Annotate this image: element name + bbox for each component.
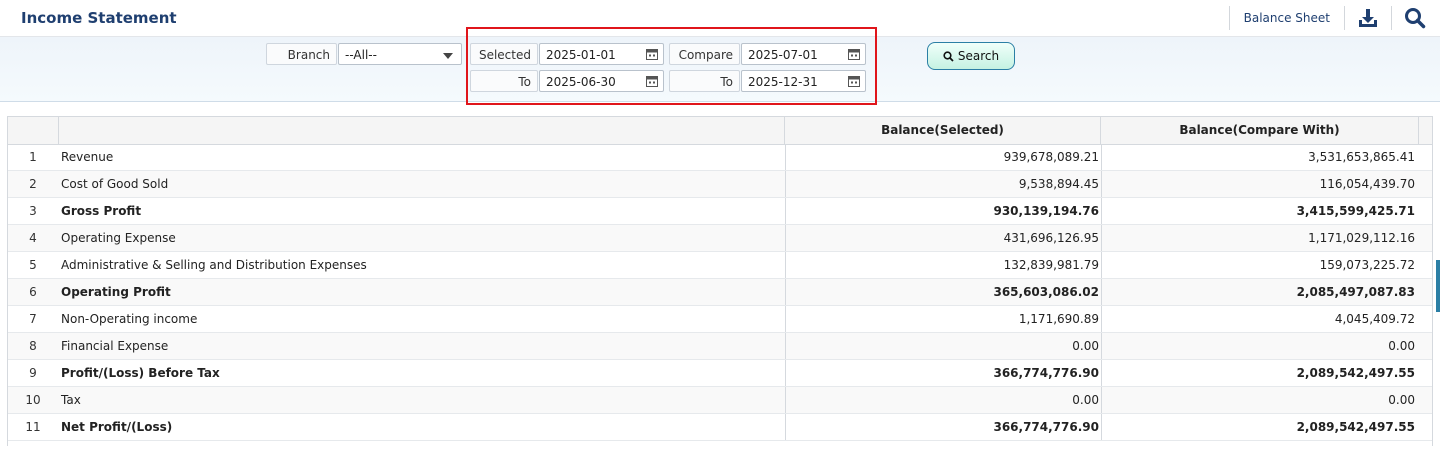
balance-selected: 132,839,981.79	[785, 252, 1101, 278]
account-name: Operating Profit	[61, 285, 171, 299]
chevron-down-icon	[443, 53, 453, 59]
row-number: 2	[29, 177, 37, 191]
table-row[interactable]: 1 Revenue 939,678,089.21 3,531,653,865.4…	[8, 144, 1432, 171]
search-icon[interactable]	[1400, 3, 1430, 33]
balance-compare: 2,085,497,087.83	[1101, 279, 1417, 305]
branch-select-value: --All--	[345, 48, 377, 62]
top-actions: Balance Sheet	[1221, 0, 1440, 36]
account-name: Non-Operating income	[61, 312, 198, 326]
download-icon[interactable]	[1353, 3, 1383, 33]
table-row[interactable]: 8 Financial Expense 0.00 0.00	[8, 333, 1432, 360]
account-name: Gross Profit	[61, 204, 142, 218]
row-number: 7	[29, 312, 37, 326]
row-number: 1	[29, 150, 37, 164]
table-row[interactable]: 5 Administrative & Selling and Distribut…	[8, 252, 1432, 279]
balance-compare: 3,415,599,425.71	[1101, 198, 1417, 224]
row-number: 9	[29, 366, 37, 380]
column-header-no	[8, 117, 59, 144]
account-name: Net Profit/(Loss)	[61, 420, 173, 434]
balance-selected: 1,171,690.89	[785, 306, 1101, 332]
balance-selected: 930,139,194.76	[785, 198, 1101, 224]
balance-compare: 3,531,653,865.41	[1101, 144, 1417, 170]
balance-compare: 0.00	[1101, 333, 1417, 359]
balance-compare: 2,089,542,497.55	[1101, 414, 1417, 440]
account-name: Profit/(Loss) Before Tax	[61, 366, 220, 380]
divider	[1344, 6, 1345, 30]
balance-compare: 4,045,409.72	[1101, 306, 1417, 332]
highlight-box	[466, 27, 877, 105]
row-number: 8	[29, 339, 37, 353]
row-number: 6	[29, 285, 37, 299]
table-row[interactable]: 6 Operating Profit 365,603,086.02 2,085,…	[8, 279, 1432, 306]
table-row[interactable]: 4 Operating Expense 431,696,126.95 1,171…	[8, 225, 1432, 252]
account-name: Administrative & Selling and Distributio…	[61, 258, 367, 272]
balance-compare: 116,054,439.70	[1101, 171, 1417, 197]
search-button-label: Search	[957, 49, 1000, 63]
balance-selected: 431,696,126.95	[785, 225, 1101, 251]
divider	[1228, 6, 1230, 30]
search-button[interactable]: Search	[927, 42, 1015, 70]
table-row[interactable]: 2 Cost of Good Sold 9,538,894.45 116,054…	[8, 171, 1432, 198]
account-name: Revenue	[61, 150, 114, 164]
balance-compare: 159,073,225.72	[1101, 252, 1417, 278]
branch-select[interactable]: --All--	[338, 43, 462, 65]
balance-selected: 365,603,086.02	[785, 279, 1101, 305]
balance-selected: 366,774,776.90	[785, 360, 1101, 386]
table-row[interactable]: 11 Net Profit/(Loss) 366,774,776.90 2,08…	[8, 414, 1432, 441]
balance-compare: 0.00	[1101, 387, 1417, 413]
account-name: Financial Expense	[61, 339, 169, 353]
balance-selected: 939,678,089.21	[785, 144, 1101, 170]
branch-label: Branch	[266, 43, 337, 65]
account-name: Operating Expense	[61, 231, 176, 245]
row-number: 5	[29, 258, 37, 272]
balance-compare: 1,171,029,112.16	[1101, 225, 1417, 251]
row-number: 4	[29, 231, 37, 245]
table-row[interactable]: 10 Tax 0.00 0.00	[8, 387, 1432, 414]
scroll-indicator[interactable]	[1436, 260, 1440, 312]
row-number: 11	[25, 420, 41, 434]
column-header-balance-selected[interactable]: Balance(Selected)	[785, 117, 1101, 144]
balance-selected: 366,774,776.90	[785, 414, 1101, 440]
search-icon	[943, 50, 954, 62]
account-name: Tax	[61, 393, 81, 407]
row-number: 3	[29, 204, 37, 218]
table-row[interactable]: 7 Non-Operating income 1,171,690.89 4,04…	[8, 306, 1432, 333]
row-number: 10	[25, 393, 41, 407]
column-header-balance-compare[interactable]: Balance(Compare With)	[1101, 117, 1419, 144]
page-title: Income Statement	[21, 9, 177, 27]
divider	[1391, 6, 1392, 30]
table-row[interactable]: 3 Gross Profit 930,139,194.76 3,415,599,…	[8, 198, 1432, 225]
account-name: Cost of Good Sold	[61, 177, 169, 191]
balance-selected: 0.00	[785, 333, 1101, 359]
balance-selected: 9,538,894.45	[785, 171, 1101, 197]
balance-selected: 0.00	[785, 387, 1101, 413]
table-header: Balance(Selected) Balance(Compare With)	[8, 117, 1432, 145]
column-header-name	[59, 117, 785, 144]
income-statement-table: Balance(Selected) Balance(Compare With) …	[7, 116, 1433, 446]
table-row[interactable]: 9 Profit/(Loss) Before Tax 366,774,776.9…	[8, 360, 1432, 387]
balance-compare: 2,089,542,497.55	[1101, 360, 1417, 386]
balance-sheet-link[interactable]: Balance Sheet	[1238, 11, 1336, 25]
